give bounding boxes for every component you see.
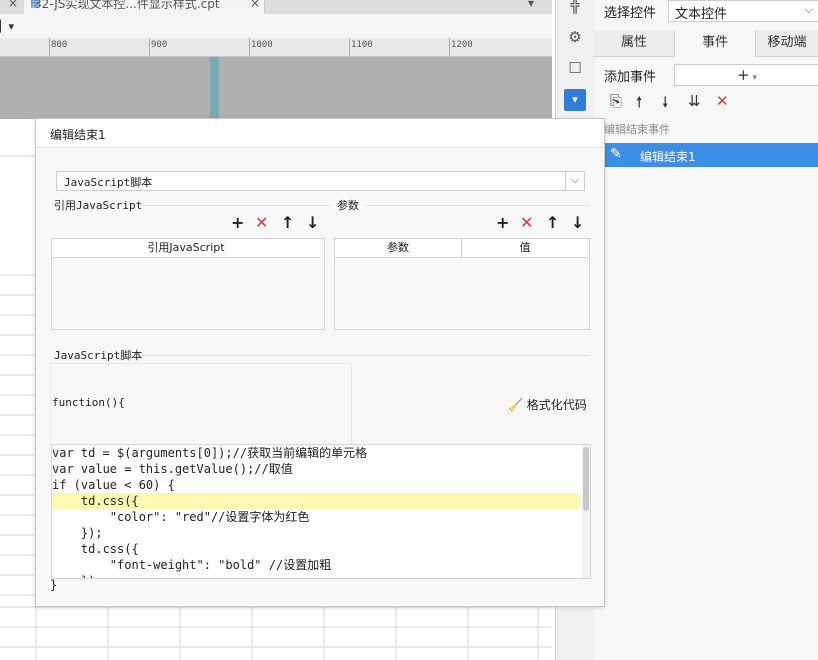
canvas-area (0, 57, 552, 119)
event-section-label: 编辑结束事件 (604, 123, 670, 136)
add-event-button[interactable]: + ▾ (674, 64, 818, 86)
event-list-item[interactable]: ✎ 编辑结束1 (604, 143, 818, 167)
ruler-label: 1200 (451, 40, 473, 50)
value-column-header[interactable]: 值 (462, 239, 588, 258)
code-line-highlighted: td.css({ (52, 493, 580, 509)
script-type-value: JavaScript脚本 (64, 176, 153, 189)
right-panel: 选择控件 文本控件 ⌵ 属性 事件 移动端 添加事件 + ▾ ⎘ 🠕 🠗 ⇊ ✕… (594, 0, 818, 660)
tab-mobile[interactable]: 移动端 (756, 30, 818, 56)
chevron-down-icon: ⌵ (565, 172, 584, 190)
code-line: }); (52, 526, 103, 540)
delete-icon[interactable]: ✕ (255, 213, 268, 232)
move-bottom-icon[interactable]: ⇊ (688, 92, 701, 110)
code-line: var value = this.getValue();//取值 (52, 462, 293, 476)
script-type-select[interactable]: JavaScript脚本 ⌵ (56, 171, 585, 191)
tab-events[interactable]: 事件 (674, 30, 756, 57)
arrow-up-icon[interactable]: ↑ (546, 213, 559, 232)
event-item-label: 编辑结束1 (640, 150, 696, 164)
format-code-button[interactable]: 🧹 格式化代码 (508, 396, 587, 413)
toolbar: ▏▾ (0, 14, 552, 39)
scrollbar-thumb[interactable] (583, 447, 589, 511)
tab-properties[interactable]: 属性 (594, 30, 674, 56)
select-control-dropdown[interactable]: 文本控件 ⌵ (668, 0, 818, 22)
tab-document[interactable]: 32-JS实现文本控...件显示样式.cpt × (24, 0, 265, 14)
add-icon[interactable]: + (496, 213, 509, 232)
property-tabs: 属性 事件 移动端 (594, 30, 818, 57)
brush-icon: 🧹 (508, 398, 523, 412)
params-table[interactable]: 参数 值 (334, 238, 590, 330)
params-column-header[interactable]: 参数 (335, 239, 462, 258)
params-label: 参数 (337, 199, 359, 212)
ref-js-column-header[interactable]: 引用JavaScript (52, 239, 320, 258)
horizontal-ruler: 800 900 1000 1100 1200 (0, 38, 552, 57)
dialog-header: 编辑结束1 (36, 119, 604, 148)
code-line: td.css({ (52, 542, 139, 556)
script-section-label: JavaScript脚本 (54, 349, 143, 362)
code-line: if (value < 60) { (52, 478, 175, 492)
frame-icon[interactable]: ☐ (564, 57, 586, 79)
ref-js-table[interactable]: 引用JavaScript (51, 238, 325, 330)
edit-event-dialog: 编辑结束1 JavaScript脚本 ⌵ 引用JavaScript 参数 + ✕… (35, 118, 605, 607)
copy-icon[interactable]: ⎘ (610, 92, 622, 110)
tab-document-title: 32-JS实现文本控...件显示样式.cpt (34, 0, 220, 11)
code-editor[interactable]: var td = $(arguments[0]);//获取当前编辑的单元格 va… (51, 444, 591, 579)
editor-scrollbar[interactable] (582, 445, 590, 578)
function-open: function(){ (52, 396, 125, 409)
toolbar-dropdown-icon[interactable]: ▏▾ (0, 20, 14, 33)
code-line: "color": "red"//设置字体为红色 (52, 510, 310, 524)
close-icon[interactable]: × (250, 0, 260, 10)
code-line: "font-weight": "bold" //设置加粗 (52, 558, 332, 572)
select-control-label: 选择控件 (604, 6, 657, 21)
dialog-title: 编辑结束1 (50, 128, 106, 142)
document-icon: ▦ (30, 0, 41, 9)
close-icon[interactable]: × (8, 0, 18, 10)
arrow-up-icon[interactable]: 🠕 (636, 92, 642, 117)
divider (140, 205, 330, 206)
add-event-label: 添加事件 (604, 70, 657, 85)
chevron-down-icon: ⌵ (804, 3, 813, 16)
divider (366, 205, 590, 206)
select-control-value: 文本控件 (675, 7, 728, 22)
divider (140, 355, 590, 356)
arrow-down-icon[interactable]: ↓ (571, 213, 584, 232)
ruler-label: 800 (51, 40, 68, 50)
delete-icon[interactable]: ✕ (716, 92, 729, 110)
pencil-icon: ✎ (610, 146, 622, 162)
ref-js-label: 引用JavaScript (54, 199, 143, 212)
add-icon[interactable]: + (231, 213, 244, 232)
ruler-label: 900 (151, 40, 168, 50)
ruler-label: 1100 (351, 40, 373, 50)
code-line: }); (52, 573, 103, 578)
control-settings-icon[interactable]: ▾ (564, 89, 586, 111)
tab-menu-icon[interactable]: ▾ (528, 0, 534, 10)
arrow-down-icon[interactable]: 🠗 (662, 92, 668, 117)
function-close: } (50, 578, 58, 592)
format-code-label: 格式化代码 (526, 398, 587, 412)
arrow-up-icon[interactable]: ↑ (281, 213, 294, 232)
column-marker (210, 57, 219, 119)
delete-icon[interactable]: ✕ (520, 213, 533, 232)
document-tab-strip: × 32-JS实现文本控...件显示样式.cpt × ▦ ▾ (0, 0, 552, 15)
ruler-label: 1000 (251, 40, 273, 50)
arrow-down-icon[interactable]: ↓ (306, 213, 319, 232)
grid-layout-icon[interactable]: ╬ (564, 0, 586, 16)
widget-settings-icon[interactable]: ⚙ (564, 26, 586, 48)
add-icon: + (737, 66, 750, 84)
code-line: var td = $(arguments[0]);//获取当前编辑的单元格 (52, 446, 368, 460)
